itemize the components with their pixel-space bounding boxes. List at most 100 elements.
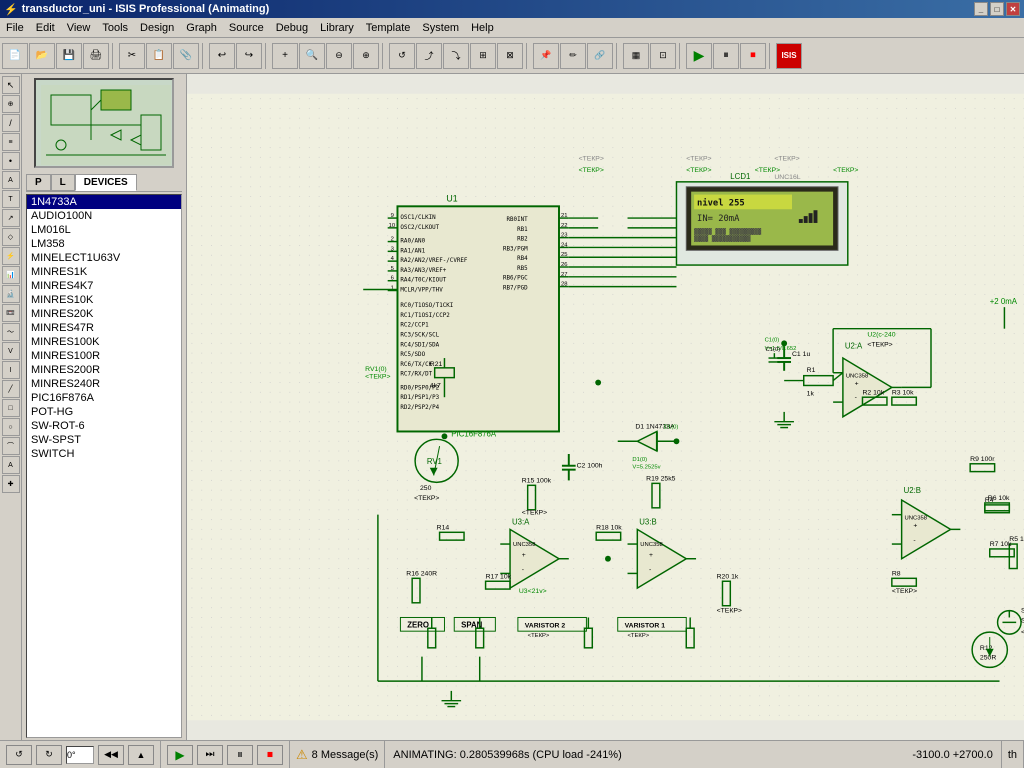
tab-devices[interactable]: DEVICES xyxy=(75,174,137,191)
maximize-button[interactable]: □ xyxy=(990,2,1004,16)
device-item-PIC16F876A[interactable]: PIC16F876A xyxy=(27,391,181,405)
bus-tool[interactable]: ≡ xyxy=(2,133,20,151)
device-list[interactable]: 1N4733A AUDIO100N LM016L LM358 MINELECT1… xyxy=(26,194,182,738)
device-item-SW-ROT-6[interactable]: SW-ROT-6 xyxy=(27,419,181,433)
menu-edit[interactable]: Edit xyxy=(30,18,61,37)
menu-source[interactable]: Source xyxy=(223,18,270,37)
menu-help[interactable]: Help xyxy=(465,18,500,37)
2d-arc[interactable]: ⌒ xyxy=(2,437,20,455)
zoom-out-button[interactable]: ⊖ xyxy=(326,43,352,69)
device-item-SW-SPST[interactable]: SW-SPST xyxy=(27,433,181,447)
curr-probe[interactable]: I xyxy=(2,361,20,379)
device-item-POT-HG[interactable]: POT-HG xyxy=(27,405,181,419)
menu-file[interactable]: File xyxy=(0,18,30,37)
forward-button[interactable]: ↻ xyxy=(36,745,62,765)
zoom-in-button[interactable]: 🔍 xyxy=(299,43,325,69)
new-button[interactable]: 📄 xyxy=(2,43,28,69)
tab-l[interactable]: L xyxy=(51,174,75,191)
toolbar-stop-button[interactable]: ⏹ xyxy=(740,43,766,69)
cut-button[interactable]: ✂ xyxy=(119,43,145,69)
prop-button[interactable]: ▦ xyxy=(623,43,649,69)
angle-input[interactable] xyxy=(66,746,94,764)
bus-entry-tool[interactable]: ↗ xyxy=(2,209,20,227)
device-item-MINRES1K[interactable]: MINRES1K xyxy=(27,265,181,279)
label-tool[interactable]: A xyxy=(2,171,20,189)
2d-line[interactable]: ╱ xyxy=(2,380,20,398)
select-tool[interactable]: ↖ xyxy=(2,76,20,94)
svg-text:<ТЕКР>: <ТЕКР> xyxy=(833,167,858,174)
menu-view[interactable]: View xyxy=(61,18,97,37)
junction-tool[interactable]: • xyxy=(2,152,20,170)
tape-tool[interactable]: 📼 xyxy=(2,304,20,322)
back-button[interactable]: ◀◀ xyxy=(98,745,124,765)
device-item-MINRES100R[interactable]: MINRES100R xyxy=(27,349,181,363)
menu-library[interactable]: Library xyxy=(314,18,360,37)
device-item-MINRES10K[interactable]: MINRES10K xyxy=(27,293,181,307)
stop-button[interactable]: ⏹ xyxy=(257,745,283,765)
print-button[interactable]: 🖨 xyxy=(83,43,109,69)
device-item-1N4733A[interactable]: 1N4733A xyxy=(27,195,181,209)
wire-tool[interactable]: / xyxy=(2,114,20,132)
pause-button[interactable]: ⏸ xyxy=(227,745,253,765)
undo-button[interactable]: ↩ xyxy=(209,43,235,69)
coordinates: -3100.0 +2700.0 xyxy=(904,741,1001,768)
canvas-area[interactable]: U1 OSC1/CLKIN OSC2/CLKOUT RA0/AN0 RA1/AN… xyxy=(187,74,1024,740)
edit-button[interactable]: ✏ xyxy=(560,43,586,69)
wire-button[interactable]: ↺ xyxy=(389,43,415,69)
virtual-inst[interactable]: 📊 xyxy=(2,266,20,284)
step-up-button[interactable]: ▲ xyxy=(128,745,154,765)
device-item-AUDIO100N[interactable]: AUDIO100N xyxy=(27,209,181,223)
label-button[interactable]: ⊞ xyxy=(470,43,496,69)
device-item-SWITCH[interactable]: SWITCH xyxy=(27,447,181,461)
bus-button[interactable]: ⤴ xyxy=(416,43,442,69)
menu-design[interactable]: Design xyxy=(134,18,180,37)
menu-template[interactable]: Template xyxy=(360,18,417,37)
net-button[interactable]: ⊡ xyxy=(650,43,676,69)
pick-button[interactable]: 📌 xyxy=(533,43,559,69)
device-item-MINRES240R[interactable]: MINRES240R xyxy=(27,377,181,391)
device-item-MINRES200R[interactable]: MINRES200R xyxy=(27,363,181,377)
menu-graph[interactable]: Graph xyxy=(180,18,223,37)
toolbar-pause-button[interactable]: ⏸ xyxy=(713,43,739,69)
device-item-MINELECT[interactable]: MINELECT1U63V xyxy=(27,251,181,265)
junction-button[interactable]: ⤵ xyxy=(443,43,469,69)
close-button[interactable]: ✕ xyxy=(1006,2,1020,16)
text-tool[interactable]: T xyxy=(2,190,20,208)
device-item-MINRES20K[interactable]: MINRES20K xyxy=(27,307,181,321)
component-tool[interactable]: ⊕ xyxy=(2,95,20,113)
annotation-button[interactable]: ⊠ xyxy=(497,43,523,69)
select-button[interactable]: + xyxy=(272,43,298,69)
play-button[interactable]: ▶ xyxy=(167,745,193,765)
2d-circle[interactable]: ○ xyxy=(2,418,20,436)
symbol-tool[interactable]: ◇ xyxy=(2,228,20,246)
save-button[interactable]: 💾 xyxy=(56,43,82,69)
generator-tool[interactable]: 〜 xyxy=(2,323,20,341)
svg-text:R16 240R: R16 240R xyxy=(406,570,437,577)
power-tool[interactable]: ⚡ xyxy=(2,247,20,265)
open-button[interactable]: 📂 xyxy=(29,43,55,69)
device-item-LM016L[interactable]: LM016L xyxy=(27,223,181,237)
zoom-all-button[interactable]: ⊕ xyxy=(353,43,379,69)
device-item-MINRES100K[interactable]: MINRES100K xyxy=(27,335,181,349)
device-item-MINRES47R[interactable]: MINRES47R xyxy=(27,321,181,335)
menu-debug[interactable]: Debug xyxy=(270,18,314,37)
menu-system[interactable]: System xyxy=(416,18,465,37)
volt-probe[interactable]: V xyxy=(2,342,20,360)
2d-box[interactable]: □ xyxy=(2,399,20,417)
svg-text:UNC358: UNC358 xyxy=(640,542,662,548)
toolbar-run-button[interactable]: ▶ xyxy=(686,43,712,69)
probe-tool[interactable]: 🔬 xyxy=(2,285,20,303)
step-button[interactable]: ⏭ xyxy=(197,745,223,765)
link-button[interactable]: 🔗 xyxy=(587,43,613,69)
paste-button[interactable]: 📎 xyxy=(173,43,199,69)
redo-button[interactable]: ↪ xyxy=(236,43,262,69)
rewind-button[interactable]: ↺ xyxy=(6,745,32,765)
marker[interactable]: ✚ xyxy=(2,475,20,493)
copy-button[interactable]: 📋 xyxy=(146,43,172,69)
device-item-LM358[interactable]: LM358 xyxy=(27,237,181,251)
minimize-button[interactable]: _ xyxy=(974,2,988,16)
tab-p[interactable]: P xyxy=(26,174,51,191)
2d-text[interactable]: A xyxy=(2,456,20,474)
menu-tools[interactable]: Tools xyxy=(96,18,134,37)
device-item-MINRES4K7[interactable]: MINRES4K7 xyxy=(27,279,181,293)
